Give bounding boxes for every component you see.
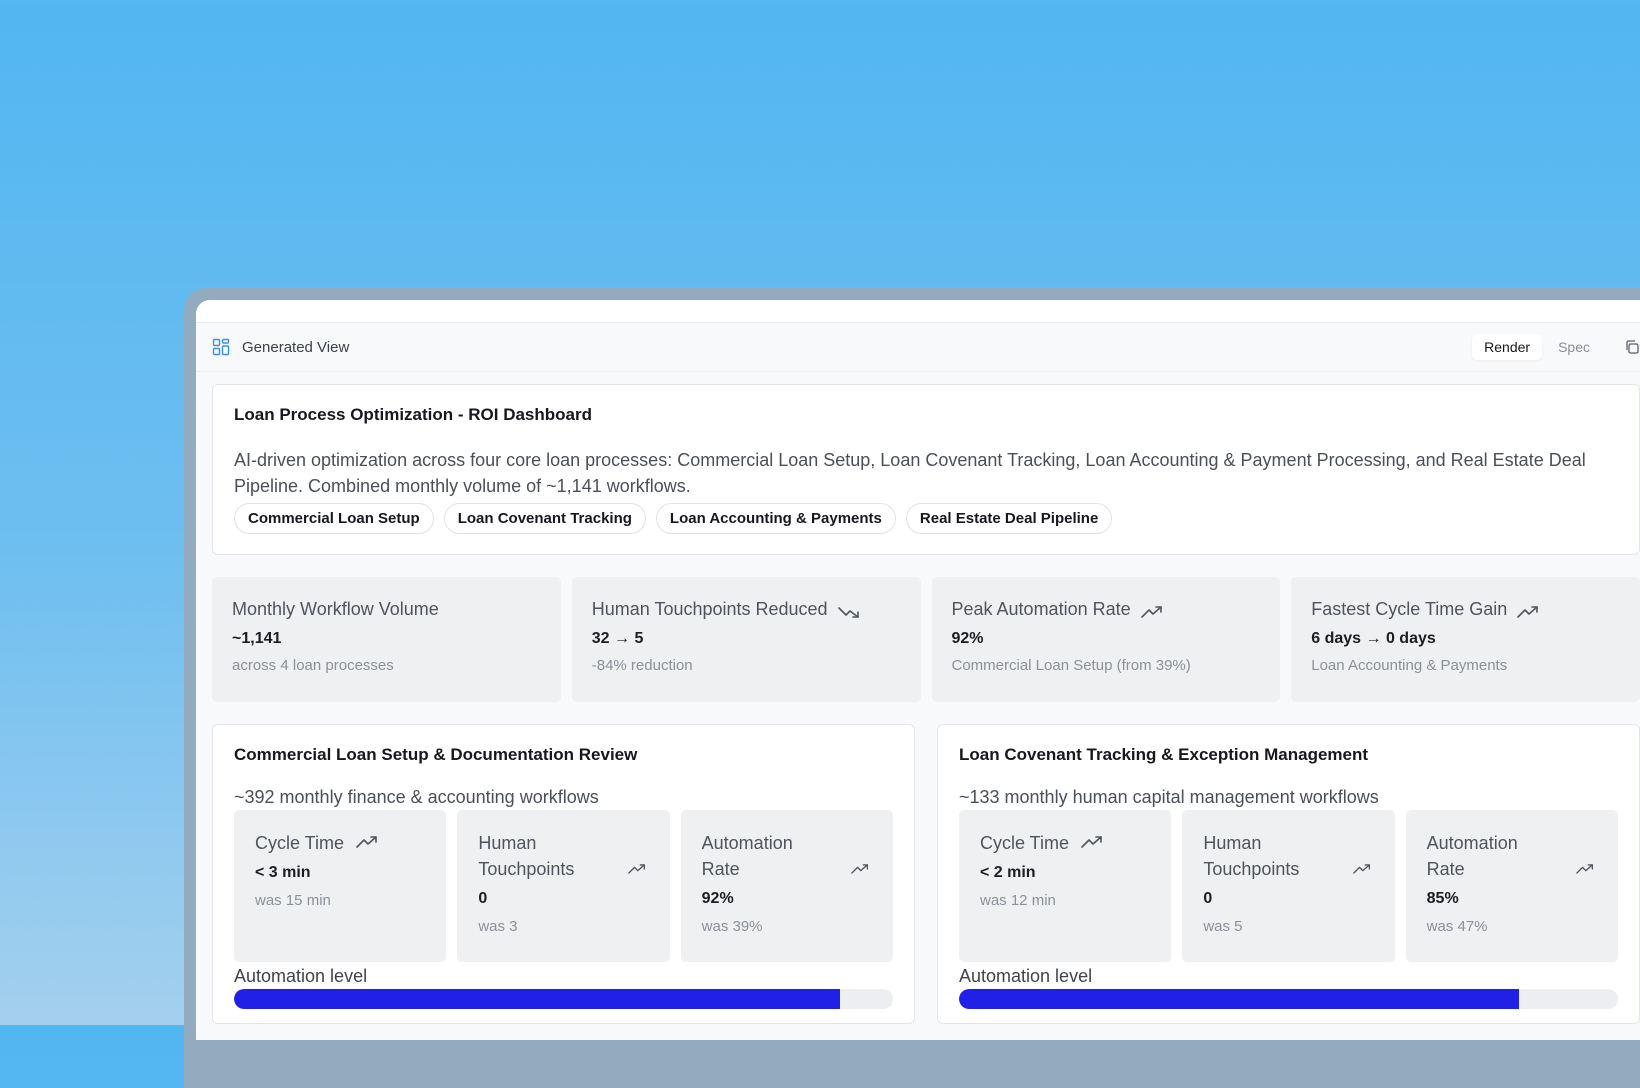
- metric-label: Automation Rate: [701, 833, 793, 879]
- metric-label: Automation Rate: [1426, 833, 1518, 879]
- panel-subtitle: ~133 monthly human capital management wo…: [959, 787, 1379, 807]
- metric-value: < 3 min: [255, 864, 311, 881]
- tag-loan-covenant-tracking: Loan Covenant Tracking: [443, 503, 646, 534]
- metric-label: Human Touchpoints: [1203, 833, 1300, 879]
- metric-row: Cycle Time < 2 min was 12 min Human Touc…: [959, 810, 1618, 962]
- automation-level-label: Automation level: [234, 966, 368, 986]
- kpi-label: Peak Automation Rate: [952, 599, 1261, 620]
- trending-up-icon: [851, 862, 873, 876]
- kpi-fastest-cycle-time-gain: Fastest Cycle Time Gain 6 days → 0 days …: [1291, 577, 1640, 702]
- metric-cycle-time: Cycle Time < 2 min was 12 min: [959, 810, 1172, 962]
- metric-previous: was 47%: [1426, 918, 1488, 935]
- kpi-label: Human Touchpoints Reduced: [592, 599, 901, 620]
- view-title: Generated View: [242, 338, 350, 356]
- layout-grid-icon: [212, 338, 230, 356]
- metric-automation-rate: Automation Rate 85% was 47%: [1405, 810, 1618, 962]
- metric-previous: was 39%: [701, 918, 763, 935]
- kpi-monthly-workflow-volume: Monthly Workflow Volume ~1,141 across 4 …: [212, 577, 561, 702]
- dashboard-content: Loan Process Optimization - ROI Dashboar…: [196, 372, 1640, 1024]
- process-tags: Commercial Loan Setup Loan Covenant Trac…: [234, 503, 1618, 534]
- metric-value: < 2 min: [980, 864, 1036, 881]
- automation-level-fill: [959, 989, 1520, 1009]
- dashboard-description: AI-driven optimization across four core …: [234, 450, 1586, 496]
- metric-previous: was 15 min: [255, 892, 331, 909]
- process-panels: Commercial Loan Setup & Documentation Re…: [212, 724, 1640, 1024]
- trending-up-icon: [1352, 862, 1375, 876]
- panel-commercial-loan-setup: Commercial Loan Setup & Documentation Re…: [212, 724, 915, 1024]
- automation-level-bar: [959, 989, 1618, 1009]
- metric-value: 0: [1203, 890, 1213, 907]
- kpi-subtext: -84% reduction: [591, 657, 693, 674]
- automation-level-fill: [234, 989, 841, 1009]
- metric-human-touchpoints: Human Touchpoints 0 was 5: [1182, 810, 1395, 962]
- kpi-label: Monthly Workflow Volume: [232, 599, 439, 619]
- tag-loan-accounting-payments: Loan Accounting & Payments: [655, 503, 896, 534]
- copy-icon[interactable]: [1624, 339, 1640, 355]
- metric-label: Cycle Time: [255, 833, 345, 853]
- mode-toggle: Render Spec: [1472, 334, 1602, 360]
- metric-row: Cycle Time < 3 min was 15 min Human Touc…: [234, 810, 893, 962]
- trending-up-icon: [1576, 862, 1598, 876]
- kpi-peak-automation-rate: Peak Automation Rate 92% Commercial Loan…: [931, 577, 1281, 702]
- trending-up-icon: [1081, 835, 1103, 849]
- metric-cycle-time: Cycle Time < 3 min was 15 min: [234, 810, 447, 962]
- metric-value: 0: [478, 890, 488, 907]
- kpi-value: 92%: [951, 630, 984, 647]
- kpi-subtext: Loan Accounting & Payments: [1311, 657, 1508, 674]
- render-mode-button[interactable]: Render: [1472, 334, 1543, 360]
- panel-title: Loan Covenant Tracking & Exception Manag…: [959, 745, 1369, 764]
- tag-real-estate-deal-pipeline: Real Estate Deal Pipeline: [905, 503, 1113, 534]
- automation-level-label: Automation level: [959, 966, 1093, 986]
- panel-subtitle: ~392 monthly finance & accounting workfl…: [234, 787, 599, 807]
- kpi-human-touchpoints-reduced: Human Touchpoints Reduced 32 → 5 -84% re…: [571, 577, 921, 702]
- dashboard-header-card: Loan Process Optimization - ROI Dashboar…: [212, 384, 1640, 555]
- panel-title: Commercial Loan Setup & Documentation Re…: [234, 745, 638, 764]
- kpi-value: ~1,141: [232, 630, 282, 647]
- metric-automation-rate: Automation Rate 92% was 39%: [680, 810, 893, 962]
- kpi-subtext: across 4 loan processes: [232, 657, 394, 674]
- kpi-label: Fastest Cycle Time Gain: [1311, 599, 1620, 620]
- kpi-value: 32 → 5: [591, 630, 644, 647]
- metric-value: 85%: [1426, 890, 1459, 907]
- automation-level-bar: [234, 989, 893, 1009]
- page-title: Loan Process Optimization - ROI Dashboar…: [234, 405, 592, 424]
- view-toolbar: Generated View Render Spec: [196, 323, 1640, 372]
- window-top-strip: [196, 300, 1640, 323]
- kpi-row: Monthly Workflow Volume ~1,141 across 4 …: [212, 577, 1640, 702]
- metric-value: 92%: [701, 890, 734, 907]
- spec-mode-button[interactable]: Spec: [1546, 334, 1602, 360]
- trending-up-icon: [356, 835, 378, 849]
- metric-label: Human Touchpoints: [478, 833, 575, 879]
- app-window: Generated View Render Spec Loan Process …: [196, 300, 1640, 1040]
- trending-down-icon: [837, 603, 860, 618]
- metric-previous: was 12 min: [980, 892, 1056, 909]
- kpi-value: 6 days → 0 days: [1311, 630, 1436, 647]
- metric-label: Cycle Time: [980, 833, 1070, 853]
- kpi-subtext: Commercial Loan Setup (from 39%): [951, 657, 1191, 674]
- trending-up-icon: [1140, 603, 1163, 618]
- metric-previous: was 3: [478, 918, 518, 935]
- trending-up-icon: [1517, 603, 1539, 618]
- metric-previous: was 5: [1203, 918, 1243, 935]
- tag-commercial-loan-setup: Commercial Loan Setup: [234, 503, 434, 534]
- trending-up-icon: [627, 862, 650, 876]
- metric-human-touchpoints: Human Touchpoints 0 was 3: [457, 810, 670, 962]
- panel-loan-covenant-tracking: Loan Covenant Tracking & Exception Manag…: [937, 724, 1640, 1024]
